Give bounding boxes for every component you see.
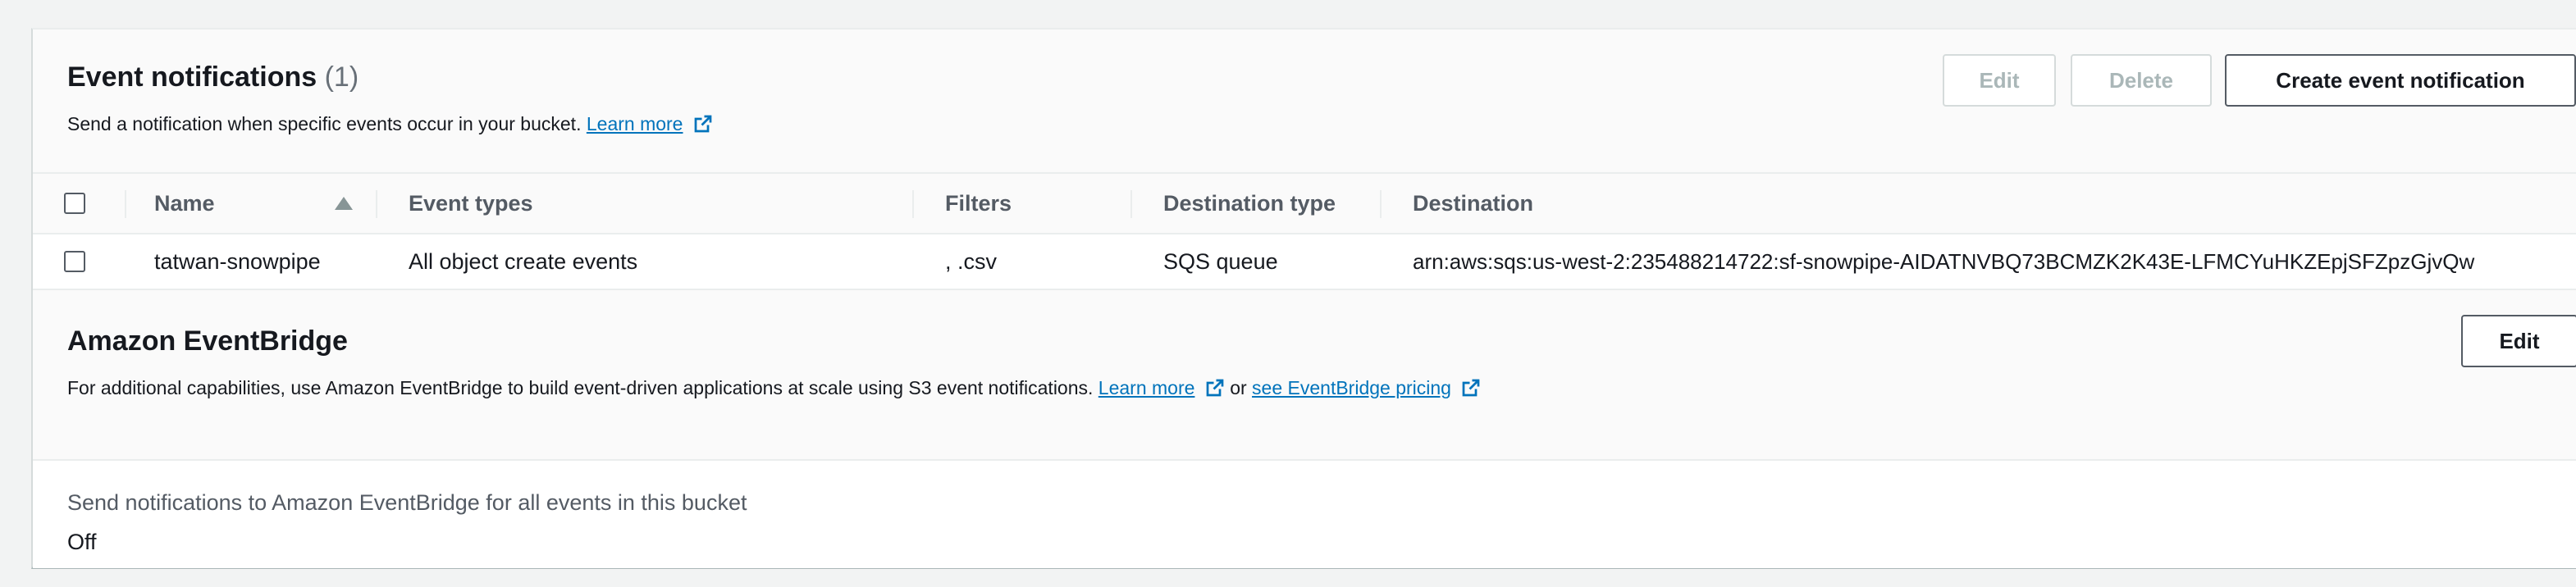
or-text: or — [1230, 377, 1247, 398]
eventbridge-description: For additional capabilities, use Amazon … — [67, 375, 1481, 400]
notification-count: (1) — [324, 61, 359, 93]
delete-button[interactable]: Delete — [2071, 54, 2212, 107]
eventbridge-header: Amazon EventBridge Edit For additional c… — [33, 290, 2576, 461]
column-divider — [376, 190, 377, 218]
create-event-notification-button[interactable]: Create event notification — [2225, 54, 2576, 107]
page: Event notifications (1) Send a notificat… — [0, 0, 2576, 587]
column-header-filters[interactable]: Filters — [945, 174, 1012, 233]
row-checkbox[interactable] — [64, 251, 85, 272]
eventbridge-settings: Send notifications to Amazon EventBridge… — [33, 461, 2576, 568]
section-description: Send a notification when specific events… — [67, 111, 713, 136]
table-row[interactable]: tatwan-snowpipe All object create events… — [33, 234, 2576, 290]
cell-name: tatwan-snowpipe — [154, 248, 321, 274]
eventbridge-setting-value: Off — [67, 530, 97, 554]
column-header-name[interactable]: Name — [154, 174, 215, 233]
select-all-checkbox[interactable] — [64, 193, 85, 214]
cell-filters: , .csv — [945, 248, 998, 274]
section-title: Event notifications (1) — [67, 61, 359, 93]
sort-ascending-icon[interactable] — [335, 197, 353, 210]
eventbridge-setting-label: Send notifications to Amazon EventBridge… — [67, 490, 747, 515]
column-divider — [1130, 190, 1132, 218]
edit-button[interactable]: Edit — [1943, 54, 2056, 107]
event-notifications-panel: Event notifications (1) Send a notificat… — [31, 28, 2576, 569]
column-header-destination[interactable]: Destination — [1413, 174, 1533, 233]
section-title-text: Event notifications — [67, 61, 317, 93]
cell-event-types: All object create events — [409, 248, 638, 274]
external-link-icon[interactable] — [693, 114, 713, 134]
external-link-icon[interactable] — [1461, 378, 1481, 398]
cell-destination-type: SQS queue — [1163, 248, 1278, 274]
table-header: Name Event types Filters Destination typ… — [33, 172, 2576, 234]
eventbridge-title: Amazon EventBridge — [67, 325, 348, 357]
external-link-icon[interactable] — [1205, 378, 1225, 398]
column-header-event-types[interactable]: Event types — [409, 174, 533, 233]
learn-more-link[interactable]: Learn more — [587, 113, 683, 134]
section-description-text: Send a notification when specific events… — [67, 113, 582, 134]
eventbridge-description-text: For additional capabilities, use Amazon … — [67, 377, 1094, 398]
column-header-destination-type[interactable]: Destination type — [1163, 174, 1336, 233]
eventbridge-edit-button[interactable]: Edit — [2461, 315, 2576, 367]
eventbridge-learn-more-link[interactable]: Learn more — [1098, 377, 1195, 398]
column-divider — [912, 190, 914, 218]
cell-destination: arn:aws:sqs:us-west-2:235488214722:sf-sn… — [1413, 248, 2475, 274]
column-divider — [1380, 190, 1382, 218]
eventbridge-pricing-link[interactable]: see EventBridge pricing — [1252, 377, 1451, 398]
column-divider — [125, 190, 126, 218]
